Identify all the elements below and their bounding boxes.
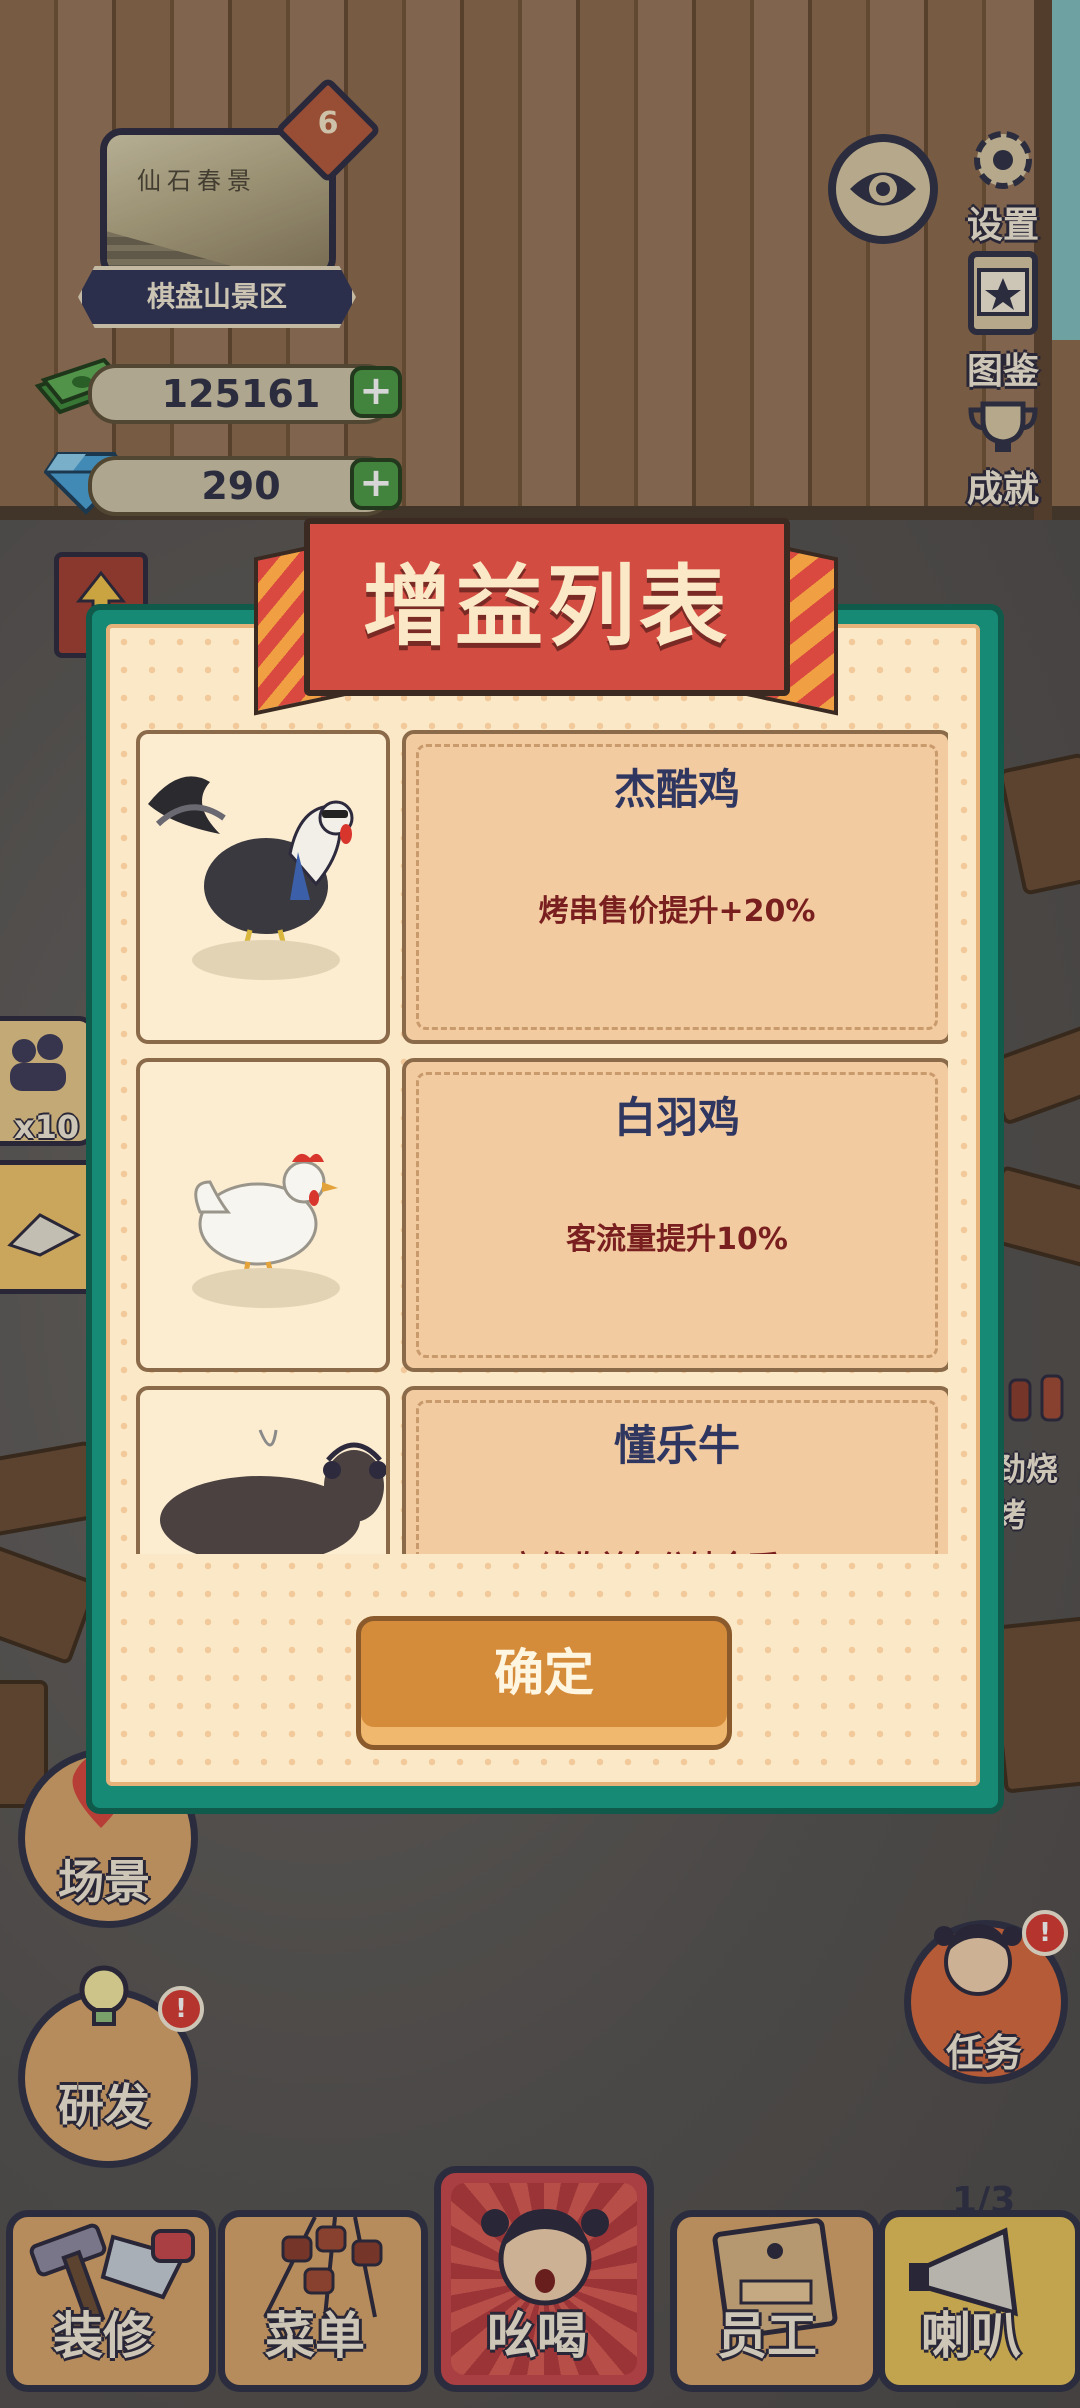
- buff-row: 白羽鸡 客流量提升10%: [134, 1058, 948, 1372]
- buff-info-box: 白羽鸡 客流量提升10%: [402, 1058, 948, 1372]
- buff-description: 烤串售价提升+20%: [538, 894, 816, 929]
- buff-row: 杰酷鸡 烤串售价提升+20%: [134, 730, 948, 1044]
- buff-name: 杰酷鸡: [613, 765, 740, 814]
- confirm-button[interactable]: 确定: [356, 1616, 732, 1750]
- buff-row: 懂乐牛 离线收益每分钟金币+50: [134, 1386, 948, 1554]
- buff-image-box: [136, 1386, 390, 1554]
- buff-image-box: [136, 730, 390, 1044]
- buff-image-box: [136, 1058, 390, 1372]
- shadow: [192, 1268, 340, 1308]
- dialog-title: 增益列表: [362, 555, 731, 658]
- music-cow-icon: [160, 1429, 386, 1554]
- buff-name: 懂乐牛: [613, 1421, 740, 1470]
- buff-info-box: 杰酷鸡 烤串售价提升+20%: [402, 730, 948, 1044]
- buff-list[interactable]: 杰酷鸡 烤串售价提升+20% 白羽鸡 客流量提升10% 懂乐牛: [134, 730, 948, 1554]
- buff-description: 客流量提升10%: [566, 1222, 788, 1257]
- buff-description: 离线收益每分钟金币+50: [406, 1542, 948, 1554]
- buff-info-box: 懂乐牛 离线收益每分钟金币+50: [402, 1386, 948, 1554]
- shadow: [192, 940, 340, 980]
- buff-name: 白羽鸡: [613, 1093, 740, 1142]
